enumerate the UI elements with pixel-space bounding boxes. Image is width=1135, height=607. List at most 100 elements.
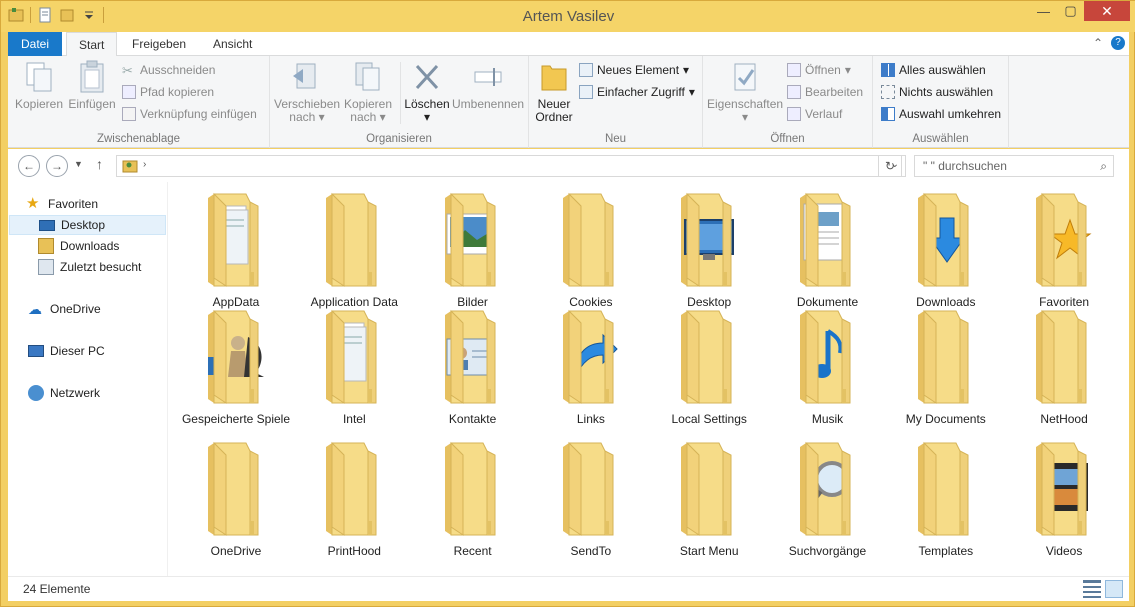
ribbon-tabs: Datei Start Freigeben Ansicht ⌃ ? <box>8 32 1129 57</box>
tab-start[interactable]: Start <box>66 32 118 57</box>
clipboard-icon <box>80 60 104 93</box>
folder-item[interactable]: Gespeicherte Spiele <box>177 307 295 427</box>
copy-button[interactable]: Kopieren <box>14 60 64 111</box>
folder-item[interactable]: Desktop <box>650 190 768 310</box>
folder-icon <box>917 441 969 536</box>
folder-item[interactable]: Downloads <box>887 190 1005 310</box>
folder-item[interactable]: Favoriten <box>1005 190 1123 310</box>
folder-icon <box>681 441 732 536</box>
folder-item[interactable]: SendTo <box>532 439 650 559</box>
nav-desktop[interactable]: Desktop <box>9 215 166 235</box>
folder-item[interactable]: Dokumente <box>769 190 887 310</box>
recent-locations-dropdown[interactable]: ▼ <box>74 159 83 169</box>
folder-item[interactable]: Videos <box>1005 439 1123 559</box>
up-button[interactable]: ↑ <box>96 156 103 172</box>
new-folder-button[interactable]: Neuer Ordner <box>531 60 577 124</box>
nav-network[interactable]: Netzwerk <box>28 383 100 403</box>
details-view-icon[interactable] <box>1083 580 1101 598</box>
properties-button[interactable]: Eigenschaften ▾ <box>707 60 783 124</box>
nav-downloads[interactable]: Downloads <box>38 236 119 256</box>
folder-item[interactable]: Templates <box>887 439 1005 559</box>
tab-view[interactable]: Ansicht <box>201 32 264 56</box>
nav-recent[interactable]: Zuletzt besucht <box>38 257 141 277</box>
forward-button[interactable]: → <box>46 155 68 177</box>
folder-item[interactable]: Application Data <box>295 190 413 310</box>
move-to-icon <box>293 63 316 89</box>
folder-item-label: Start Menu <box>679 544 739 558</box>
paste-button[interactable]: Einfügen <box>66 60 118 111</box>
folder-item[interactable]: Links <box>532 307 650 427</box>
address-bar[interactable]: › ⌄ <box>116 155 906 177</box>
delete-button[interactable]: Löschen ▾ <box>404 60 450 124</box>
star-icon <box>1036 192 1092 287</box>
history-button[interactable]: Verlauf <box>787 107 842 121</box>
folder-item-label: SendTo <box>570 544 612 558</box>
folder-item[interactable]: Intel <box>295 307 413 427</box>
folder-item[interactable]: NetHood <box>1005 307 1123 427</box>
folder-item[interactable]: PrintHood <box>295 439 413 559</box>
invert-selection-button[interactable]: Auswahl umkehren <box>881 107 1001 121</box>
ribbon: Kopieren Einfügen ✂ Ausschneiden Pfad kop… <box>8 56 1129 148</box>
tab-share[interactable]: Freigeben <box>120 32 198 56</box>
group-clipboard: Kopieren Einfügen ✂ Ausschneiden Pfad kop… <box>8 56 270 148</box>
folder-icon <box>562 441 614 536</box>
breadcrumb-chevron-icon[interactable]: › <box>143 159 146 170</box>
title-bar: Artem Vasilev — ▢ ✕ <box>1 1 1135 32</box>
close-button[interactable]: ✕ <box>1084 1 1130 21</box>
refresh-button[interactable]: ↻ <box>878 155 902 177</box>
select-all-button[interactable]: Alles auswählen <box>881 63 986 77</box>
paste-shortcut-button[interactable]: Verknüpfung einfügen <box>122 107 257 121</box>
film-icon <box>1036 441 1089 536</box>
minimize-button[interactable]: — <box>1030 1 1057 21</box>
open-button[interactable]: Öffnen ▾ <box>787 63 851 77</box>
easy-access-button[interactable]: Einfacher Zugriff ▾ <box>579 85 695 99</box>
search-input[interactable]: " " durchsuchen ⌕ <box>914 155 1114 177</box>
rename-icon <box>474 68 502 86</box>
picture-icon <box>444 192 496 287</box>
folder-item[interactable]: Suchvorgänge <box>769 439 887 559</box>
folder-item[interactable]: Bilder <box>414 190 532 310</box>
folder-item[interactable]: Cookies <box>532 190 650 310</box>
scissors-icon: ✂ <box>122 63 133 78</box>
folder-item[interactable]: Start Menu <box>650 439 768 559</box>
folder-item-label: Videos <box>1045 544 1083 558</box>
nav-thispc[interactable]: Dieser PC <box>28 341 105 361</box>
large-icons-view-icon[interactable] <box>1105 580 1123 598</box>
music-icon <box>799 309 850 404</box>
back-button[interactable]: ← <box>18 155 40 177</box>
select-none-button[interactable]: Nichts auswählen <box>881 85 993 99</box>
recent-places-icon <box>38 259 54 275</box>
copy-to-button[interactable]: Kopieren nach ▾ <box>342 60 394 124</box>
folder-item[interactable]: AppData <box>177 190 295 310</box>
help-icon[interactable]: ? <box>1111 36 1125 50</box>
cloud-icon: ☁ <box>28 301 42 317</box>
magnifier-icon <box>799 441 850 536</box>
folder-item[interactable]: Kontakte <box>414 307 532 427</box>
rename-button[interactable]: Umbenennen <box>452 60 524 111</box>
easy-access-icon <box>579 85 593 99</box>
nav-favorites[interactable]: ★ Favoriten <box>26 194 98 214</box>
edit-button[interactable]: Bearbeiten <box>787 85 863 99</box>
view-switcher <box>1083 580 1123 598</box>
copy-path-button[interactable]: Pfad kopieren <box>122 85 214 99</box>
maximize-button[interactable]: ▢ <box>1057 1 1084 21</box>
folder-item[interactable]: Local Settings <box>650 307 768 427</box>
select-none-icon <box>881 85 895 99</box>
document-icon <box>799 192 850 287</box>
folder-icon <box>208 441 259 536</box>
folder-item-label: Musik <box>811 412 844 426</box>
cut-button[interactable]: ✂ Ausschneiden <box>122 63 215 78</box>
folder-item-label: Local Settings <box>671 412 747 426</box>
search-icon[interactable]: ⌕ <box>1100 156 1107 176</box>
window-title: Artem Vasilev <box>522 8 615 25</box>
folder-item[interactable]: My Documents <box>887 307 1005 427</box>
edit-icon <box>787 85 801 99</box>
new-item-button[interactable]: Neues Element ▾ <box>579 63 689 77</box>
folder-item[interactable]: OneDrive <box>177 439 295 559</box>
folder-item[interactable]: Recent <box>414 439 532 559</box>
collapse-ribbon-icon[interactable]: ⌃ <box>1093 36 1103 50</box>
move-to-button[interactable]: Verschieben nach ▾ <box>274 60 340 124</box>
tab-file[interactable]: Datei <box>8 32 62 56</box>
nav-onedrive[interactable]: ☁ OneDrive <box>28 299 101 319</box>
folder-item[interactable]: Musik <box>769 307 887 427</box>
